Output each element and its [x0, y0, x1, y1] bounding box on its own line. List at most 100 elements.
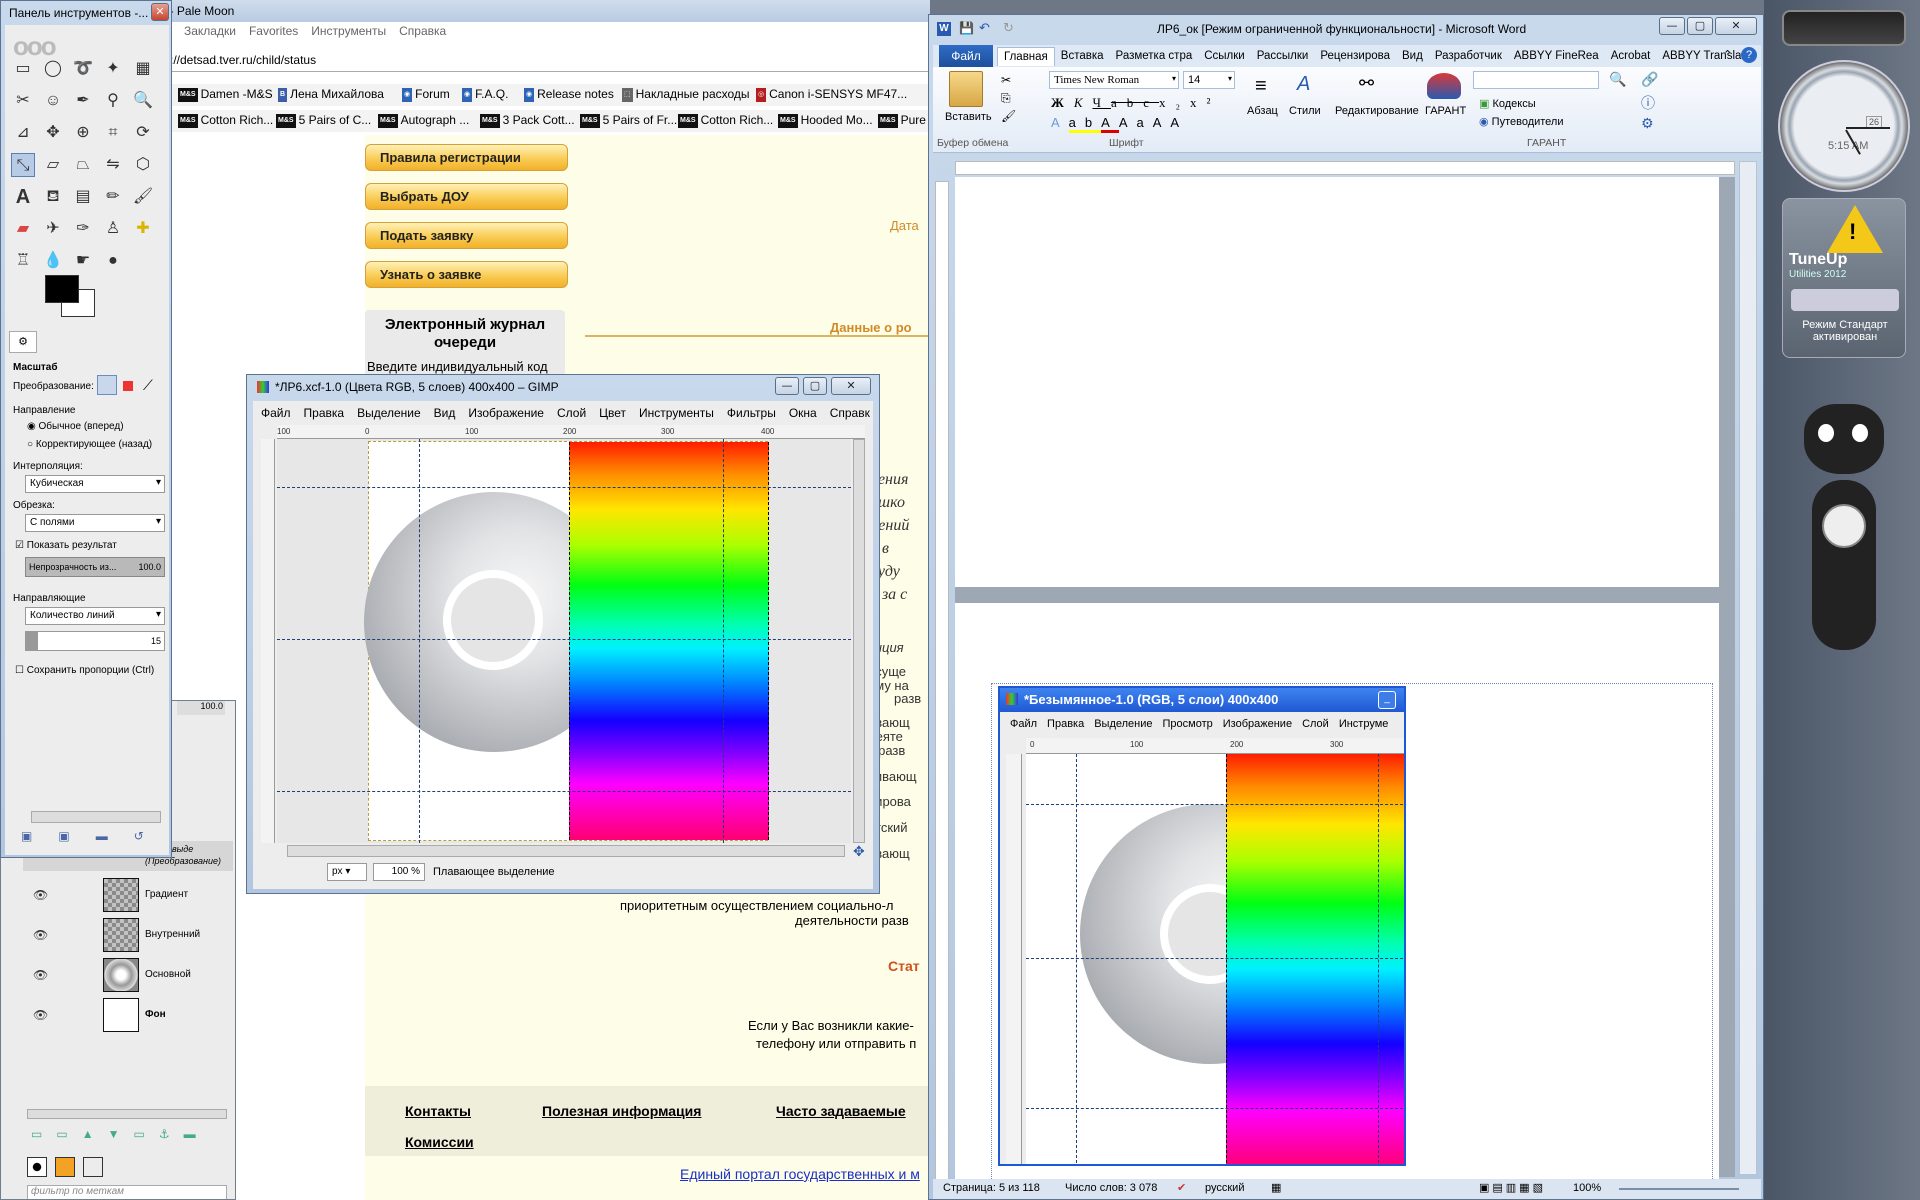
direction-backward-radio[interactable]: ○ Корректирующее (назад): [27, 439, 152, 450]
keep-aspect-checkbox[interactable]: ☐ Сохранить пропорции (Ctrl): [15, 665, 154, 676]
align-icon[interactable]: ⊕: [71, 121, 95, 145]
text-icon[interactable]: A: [11, 185, 35, 209]
strikethrough-icon[interactable]: abc: [1111, 95, 1159, 110]
bookmark-4[interactable]: ◉ F.A.Q.: [462, 84, 508, 104]
save-options-icon[interactable]: ▣: [21, 829, 58, 843]
view-modes[interactable]: ▣▤▥▦▧: [1479, 1181, 1546, 1194]
tab-insert[interactable]: Вставка: [1055, 47, 1110, 65]
paragraph-icon[interactable]: ≡: [1255, 75, 1267, 98]
layers-value-box[interactable]: 100.0: [177, 701, 225, 715]
navigate-icon[interactable]: ✥: [853, 843, 865, 860]
bookmark-11[interactable]: M&S 3 Pack Cott...: [480, 110, 575, 130]
word-close-button[interactable]: ✕: [1715, 17, 1757, 35]
ink-icon[interactable]: ✑: [71, 217, 95, 241]
zoom-select[interactable]: 100 %: [373, 863, 425, 881]
status-page[interactable]: Страница: 5 из 118: [943, 1182, 1040, 1194]
cpu-meter-gadget[interactable]: [1782, 10, 1906, 46]
direction-forward-radio[interactable]: ◉ Обычное (вперед): [27, 421, 124, 432]
tab-references[interactable]: Ссылки: [1198, 47, 1251, 65]
tab-abbyy-finereader[interactable]: ABBYY FineRea: [1508, 47, 1605, 65]
rect-select-icon[interactable]: ▭: [11, 57, 35, 81]
link-icon[interactable]: 🔗: [1641, 71, 1658, 88]
dodge-icon[interactable]: ●: [101, 249, 125, 273]
spelling-icon[interactable]: ✔: [1177, 1181, 1186, 1194]
anchor-icon[interactable]: ⚓: [159, 1127, 184, 1141]
raise-icon[interactable]: ▲: [82, 1127, 108, 1141]
brush-swatch[interactable]: [27, 1157, 47, 1177]
eye-icon[interactable]: 👁: [33, 1008, 48, 1022]
ellipse-select-icon[interactable]: ◯: [41, 57, 65, 81]
close-button[interactable]: ✕: [831, 377, 871, 395]
perspective-icon[interactable]: ⏢: [71, 153, 95, 177]
gimp-menu-color[interactable]: Цвет: [599, 406, 626, 420]
tuneup-gadget[interactable]: ! TuneUp Utilities 2012 Режим Стандарт а…: [1782, 198, 1906, 358]
transform-path-button[interactable]: ⟋: [143, 377, 153, 394]
binoculars-icon[interactable]: ⚯: [1359, 73, 1374, 94]
trash-icon[interactable]: ▬: [184, 1127, 210, 1141]
guide-line[interactable]: [277, 639, 851, 640]
font-color-icon[interactable]: A: [1101, 115, 1119, 133]
gimp2-menu-file[interactable]: Файл: [1010, 718, 1037, 730]
eye-icon[interactable]: 👁: [33, 888, 48, 902]
tab-developer[interactable]: Разработчик: [1429, 47, 1508, 65]
gradient-swatch[interactable]: [83, 1157, 103, 1177]
codex-link[interactable]: ▣ Кодексы: [1479, 97, 1536, 110]
eye-icon[interactable]: 👁: [33, 968, 48, 982]
folder-icon[interactable]: ▭: [56, 1127, 81, 1141]
redo-icon[interactable]: ↻: [1003, 20, 1014, 36]
info-icon[interactable]: ⓘ: [1641, 93, 1655, 113]
gimp-hscroll[interactable]: [287, 845, 845, 857]
format-painter-icon[interactable]: 🖌: [1001, 109, 1016, 123]
footer-contacts[interactable]: Контакты: [405, 1103, 471, 1119]
opacity-slider[interactable]: Непрозрачность из... 100.0: [25, 557, 165, 577]
bookmark-1[interactable]: M&S Damen -M&S: [178, 84, 273, 104]
new-layer-icon[interactable]: ▭: [31, 1127, 56, 1141]
guide-line[interactable]: [277, 487, 851, 488]
grow-font-icon[interactable]: A: [1153, 115, 1171, 130]
paste-icon[interactable]: [949, 71, 983, 107]
gimp-menu-tools[interactable]: Инструменты: [639, 406, 714, 420]
foreground-select-icon[interactable]: ☺: [41, 89, 65, 113]
toolbox-close-button[interactable]: ✕: [151, 3, 169, 21]
gimp-menu-select[interactable]: Выделение: [357, 406, 421, 420]
paste-label[interactable]: Вставить: [945, 111, 992, 123]
cage-icon[interactable]: ⬡: [131, 153, 155, 177]
site-button-choose[interactable]: Выбрать ДОУ: [365, 183, 568, 210]
crop-icon[interactable]: ⌗: [101, 121, 125, 145]
garant-logo-icon[interactable]: [1427, 73, 1461, 99]
status-words[interactable]: Число слов: 3 078: [1065, 1182, 1157, 1194]
color-select-icon[interactable]: ▦: [131, 57, 155, 81]
guide-line[interactable]: [1026, 1108, 1404, 1109]
bookmark-14[interactable]: M&S Hooded Mo...: [778, 110, 873, 130]
free-select-icon[interactable]: ➰: [71, 57, 95, 81]
gimp-hruler[interactable]: 100 0 100 200 300 400: [277, 425, 865, 439]
gimp-menu-windows[interactable]: Окна: [789, 406, 817, 420]
gimp2-hruler[interactable]: 0 100 200 300: [1026, 738, 1404, 754]
ribbon-collapse-icon[interactable]: ⌃: [1723, 48, 1732, 61]
text-effects-icon[interactable]: A: [1051, 115, 1069, 130]
site-button-check[interactable]: Узнать о заявке: [365, 261, 568, 288]
duplicate-icon[interactable]: ▭: [133, 1127, 158, 1141]
gimp-vruler[interactable]: [261, 439, 275, 843]
tuneup-mode-buttons[interactable]: [1791, 289, 1899, 311]
bold-icon[interactable]: Ж: [1051, 95, 1074, 110]
bookmark-2[interactable]: B Лена Михайлова: [278, 84, 384, 104]
gimp-menu-image[interactable]: Изображение: [468, 406, 544, 420]
lower-icon[interactable]: ▼: [108, 1127, 134, 1141]
eraser-icon[interactable]: ▰: [11, 217, 35, 241]
layer-row-background[interactable]: 👁 Фон: [23, 996, 233, 1034]
bucket-fill-icon[interactable]: ⛾: [41, 185, 65, 209]
rotate-icon[interactable]: ⟳: [131, 121, 155, 145]
maximize-button[interactable]: ▢: [803, 377, 827, 395]
help-icon[interactable]: ?: [1741, 47, 1757, 63]
paths-icon[interactable]: ✒: [71, 89, 95, 113]
gimp2-menu-view[interactable]: Просмотр: [1163, 718, 1213, 730]
bookmark-12[interactable]: M&S 5 Pairs of Fr...: [580, 110, 677, 130]
guide-line[interactable]: [723, 439, 724, 843]
gimp2-menu-image[interactable]: Изображение: [1223, 718, 1292, 730]
document-page-1[interactable]: [955, 177, 1719, 587]
guides-link[interactable]: ◉ Путеводители: [1479, 115, 1564, 128]
tab-acrobat[interactable]: Acrobat: [1605, 47, 1657, 65]
guide-line[interactable]: [277, 791, 851, 792]
styles-icon[interactable]: A: [1297, 73, 1310, 96]
